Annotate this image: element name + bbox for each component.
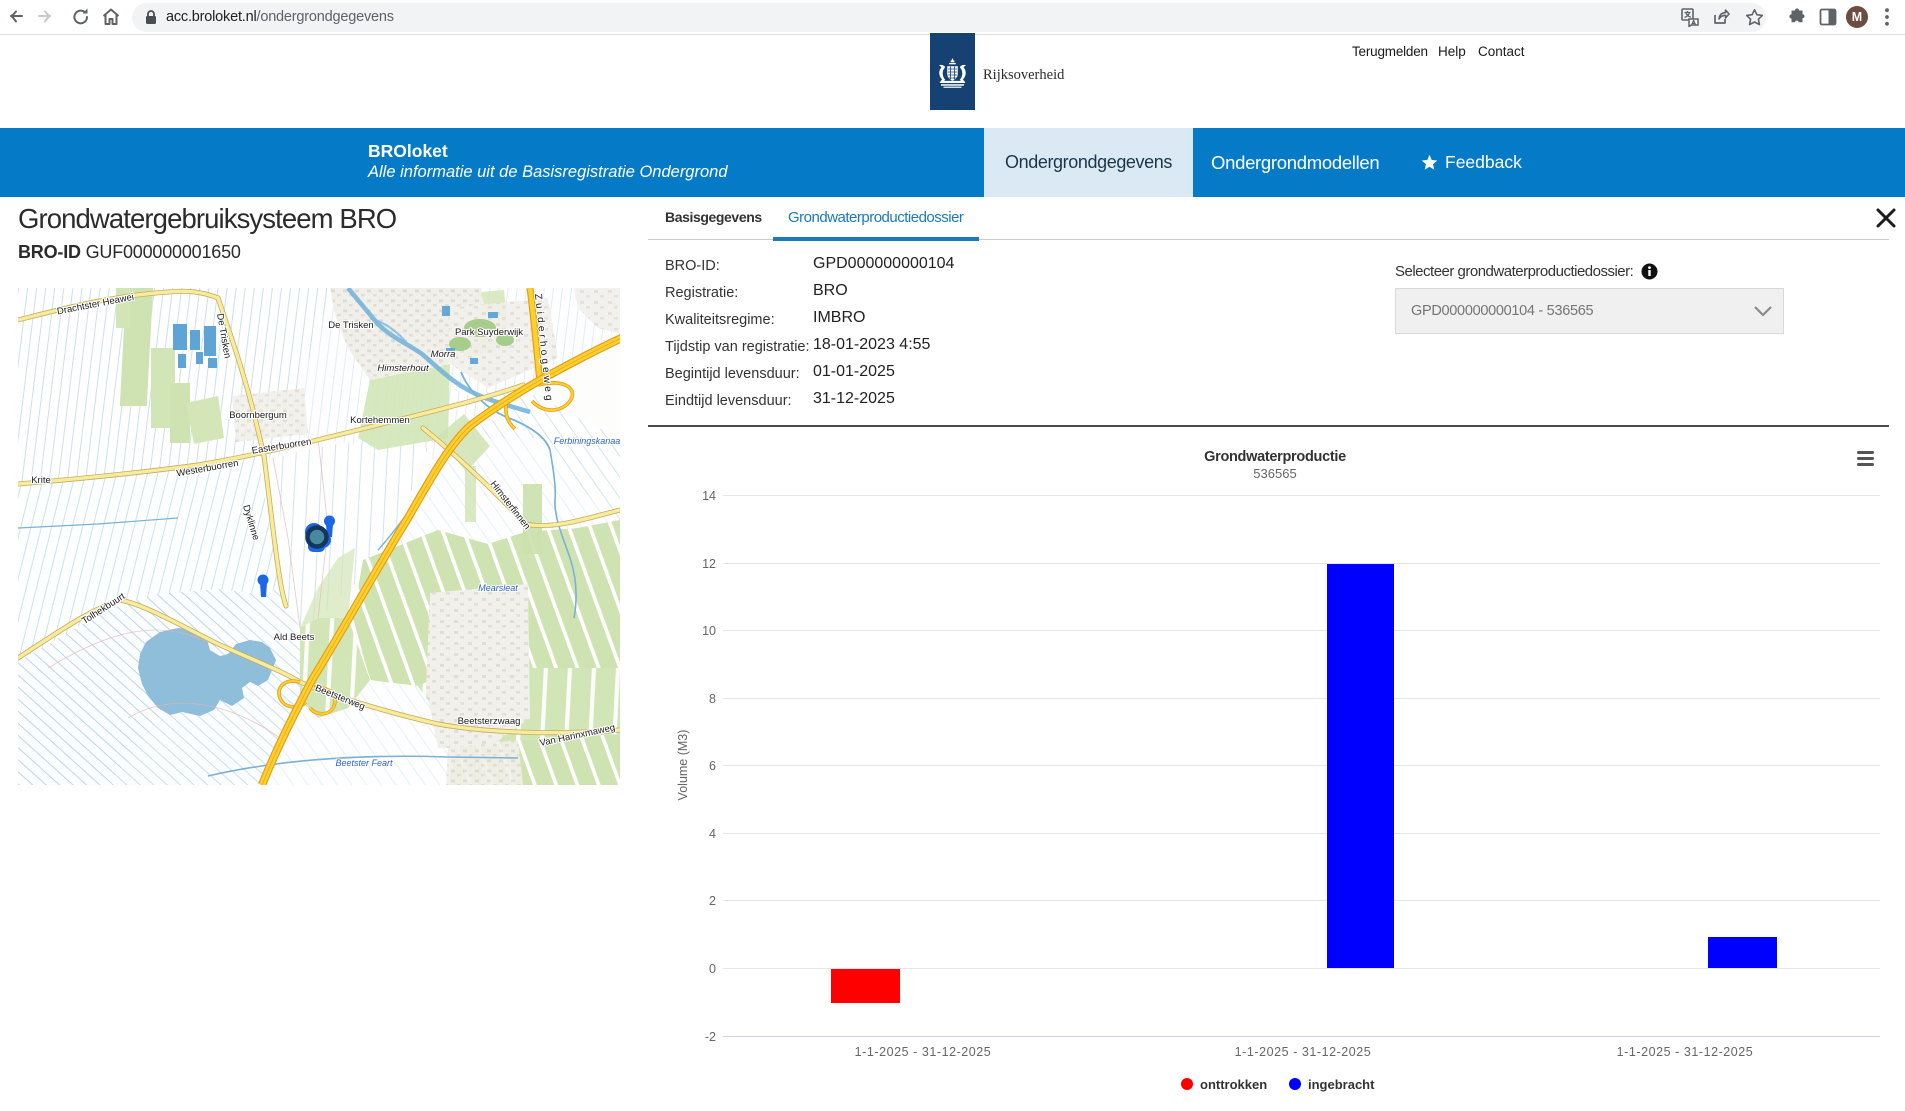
svg-text:6: 6 [709, 759, 716, 773]
svg-text:-2: -2 [705, 1030, 716, 1044]
svg-text:Beetsterzwaag: Beetsterzwaag [458, 716, 521, 727]
svg-text:Mearsleat: Mearsleat [478, 583, 518, 593]
svg-text:1-1-2025 - 31-12-2025: 1-1-2025 - 31-12-2025 [855, 1045, 992, 1059]
svg-text:Himsterhout: Himsterhout [377, 363, 429, 374]
svg-text:Ferbiningskanaal: Ferbiningskanaal [554, 436, 620, 446]
svg-text:onttrokken: onttrokken [1200, 1077, 1267, 1092]
svg-text:Volume (M3): Volume (M3) [676, 730, 690, 801]
svg-text:2: 2 [709, 894, 716, 908]
svg-text:8: 8 [709, 692, 716, 706]
svg-text:Grondwaterproductie: Grondwaterproductie [1204, 449, 1346, 465]
svg-text:Ald Beets: Ald Beets [274, 632, 315, 643]
svg-text:Kortehemmen: Kortehemmen [350, 415, 410, 426]
svg-text:ingebracht: ingebracht [1308, 1077, 1375, 1092]
svg-text:10: 10 [702, 624, 716, 638]
svg-text:1-1-2025 - 31-12-2025: 1-1-2025 - 31-12-2025 [1235, 1045, 1372, 1059]
svg-text:14: 14 [702, 489, 716, 503]
svg-text:Krite: Krite [31, 475, 51, 486]
svg-text:Beetster Feart: Beetster Feart [335, 758, 393, 768]
svg-text:De Trisken: De Trisken [328, 320, 373, 331]
svg-text:12: 12 [702, 557, 716, 571]
svg-text:Park Suyderwijk: Park Suyderwijk [455, 327, 523, 338]
svg-text:4: 4 [709, 827, 716, 841]
svg-text:0: 0 [709, 962, 716, 976]
svg-text:Morra: Morra [431, 349, 456, 360]
svg-text:536565: 536565 [1253, 466, 1296, 481]
svg-text:1-1-2025 - 31-12-2025: 1-1-2025 - 31-12-2025 [1617, 1045, 1754, 1059]
svg-text:Boornbergum: Boornbergum [229, 410, 287, 421]
